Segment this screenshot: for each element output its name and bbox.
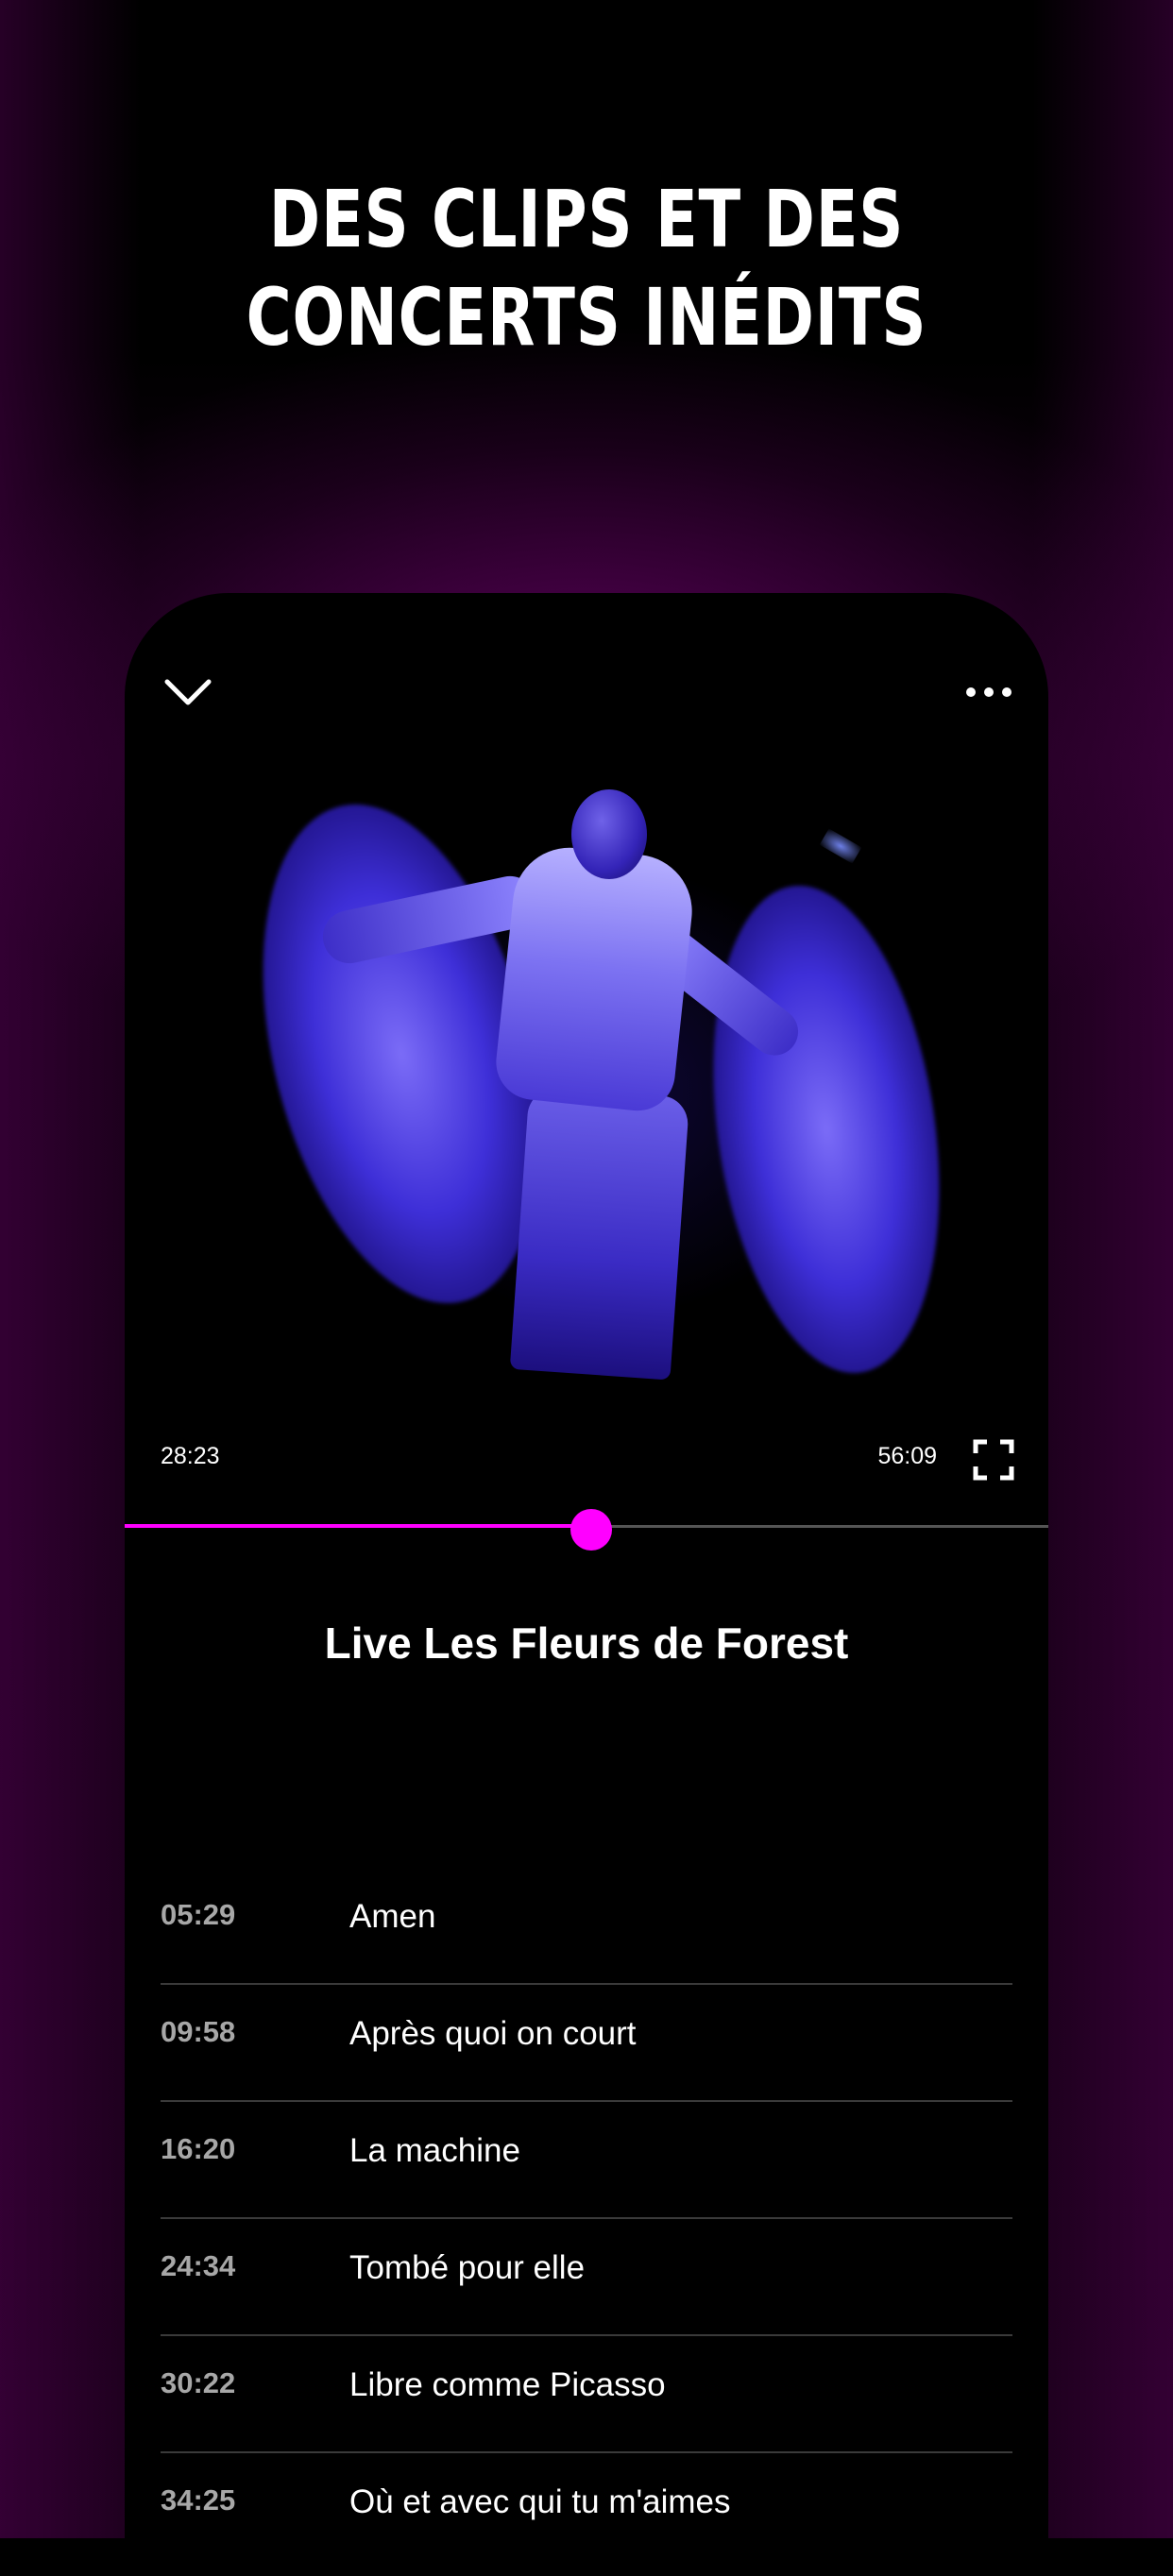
tracklist: 05:29 Amen 09:58 Après quoi on court 16:20 La… [161,1868,1012,2568]
track-row[interactable]: 16:20 La machine [161,2102,1012,2219]
track-title: Après quoi on court [349,2015,637,2052]
track-time: 09:58 [161,2015,236,2048]
fullscreen-button[interactable] [973,1439,1014,1481]
track-time: 05:29 [161,1898,236,1931]
track-row[interactable]: 05:29 Amen [161,1868,1012,1985]
progress-knob[interactable] [570,1509,612,1551]
headline-line-1: DES CLIPS ET DES [268,173,905,265]
concert-title: Live Les Fleurs de Forest [324,1618,849,1668]
track-row[interactable]: 30:22 Libre comme Picasso [161,2336,1012,2453]
track-time: 30:22 [161,2366,236,2399]
more-horizontal-icon [966,687,1012,697]
track-row[interactable]: 34:25 Où et avec qui tu m'aimes [161,2453,1012,2568]
video-player[interactable] [125,725,1048,2000]
track-time: 24:34 [161,2249,236,2282]
track-row[interactable]: 09:58 Après quoi on court [161,1985,1012,2102]
track-title: Tombé pour elle [349,2249,586,2286]
playback-progress-slider[interactable] [125,1509,1048,1551]
track-time: 34:25 [161,2483,236,2517]
fullscreen-icon [973,1439,1014,1481]
track-time: 16:20 [161,2132,236,2165]
track-title: Libre comme Picasso [349,2366,666,2403]
total-time: 56:09 [877,1443,937,1469]
promo-headline: DES CLIPS ET DES CONCERTS INÉDITS [129,170,1045,366]
headline-line-2: CONCERTS INÉDITS [246,271,927,364]
phone-screen: 28:23 56:09 Live Les Fleurs de Forest 05… [125,593,1048,2576]
track-title: La machine [349,2132,520,2169]
track-row[interactable]: 24:34 Tombé pour elle [161,2219,1012,2336]
progress-fill [125,1524,591,1528]
current-time: 28:23 [161,1443,220,1469]
concert-video-image [208,752,969,1394]
more-options-button[interactable] [956,669,1022,716]
track-title: Amen [349,1898,436,1935]
chevron-down-icon [164,679,212,705]
collapse-player-button[interactable] [161,669,215,716]
track-title: Où et avec qui tu m'aimes [349,2483,731,2520]
